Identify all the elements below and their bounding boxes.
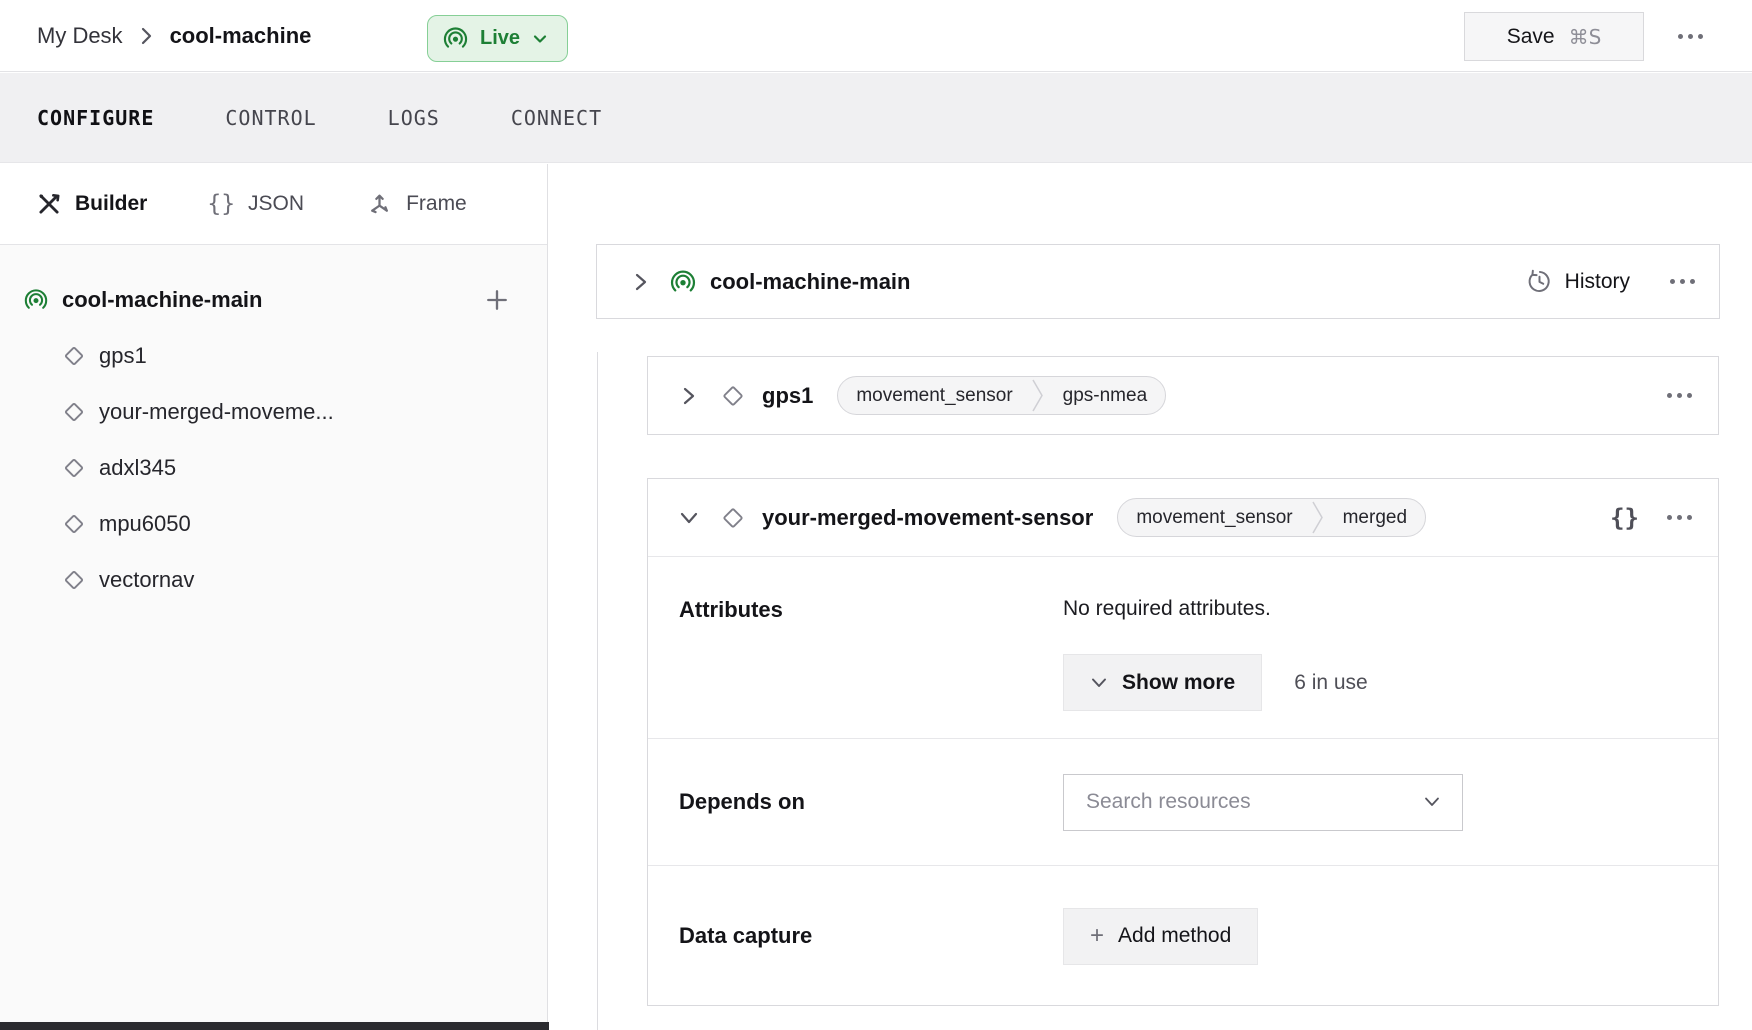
edit-json-icon[interactable]: {} [1610,504,1639,532]
tree-item-label: vectornav [99,567,194,593]
data-capture-label: Data capture [679,923,1063,949]
config-main-panel: cool-machine-main History [549,164,1752,1030]
depends-on-section: Depends on Search resources [648,738,1718,865]
breadcrumb: My Desk cool-machine [37,0,311,72]
tree-indent-guide [597,352,598,1030]
tab-configure[interactable]: CONFIGURE [37,106,154,130]
machine-tabbar: CONFIGURE CONTROL LOGS CONNECT [0,73,1752,163]
chevron-down-icon [531,30,549,48]
tree-item-label: mpu6050 [99,511,191,537]
machine-name-title: cool-machine [170,23,312,49]
tab-connect[interactable]: CONNECT [511,106,602,130]
tree-item-merged-sensor[interactable]: your-merged-moveme... [0,384,547,440]
tag-divider-chevron [1031,376,1045,415]
save-button[interactable]: Save ⌘S [1464,12,1644,61]
history-button[interactable]: History [1526,268,1630,295]
depends-on-label: Depends on [679,789,1063,815]
tree-item-gps1[interactable]: gps1 [0,328,547,384]
merged-sensor-title: your-merged-movement-sensor [762,505,1093,531]
top-header: My Desk cool-machine Live Save ⌘S [0,0,1752,72]
view-json[interactable]: {} JSON [207,191,304,217]
add-resource-button[interactable] [483,286,511,314]
expand-chevron-right-icon[interactable] [678,385,700,407]
expand-chevron-right-icon[interactable] [630,271,652,293]
plus-icon: + [1090,924,1104,948]
tag-model: merged [1325,507,1425,529]
component-diamond-icon [59,453,89,483]
tag-divider-chevron [1311,498,1325,537]
view-json-label: JSON [248,192,304,216]
tab-control[interactable]: CONTROL [225,106,316,130]
gps1-title: gps1 [762,383,813,409]
resource-tree: cool-machine-main gps1 your-merged-movem… [0,246,547,608]
braces-icon: {} [207,191,235,217]
tree-item-label: gps1 [99,343,147,369]
broadcast-icon [669,268,697,296]
header-overflow-menu[interactable] [1678,34,1703,39]
merged-sensor-type-tags: movement_sensor merged [1117,498,1426,537]
component-diamond-icon [59,397,89,427]
attributes-in-use-count: 6 in use [1294,671,1368,695]
data-capture-section: Data capture + Add method [648,865,1718,1006]
tree-item-label: adxl345 [99,455,176,481]
attributes-section: Attributes No required attributes. Show … [648,557,1718,738]
attributes-label: Attributes [679,597,1063,738]
component-diamond-icon [59,341,89,371]
gps1-card: gps1 movement_sensor gps-nmea [647,356,1719,435]
component-diamond-icon [59,509,89,539]
broadcast-icon [23,287,49,313]
view-frame-label: Frame [406,192,467,216]
live-status-label: Live [480,27,520,50]
sidebar-horizontal-scrollbar[interactable] [0,1022,561,1030]
history-clock-icon [1526,268,1553,295]
depends-on-placeholder: Search resources [1086,790,1422,814]
chevron-right-icon [139,24,154,48]
tag-api: movement_sensor [1118,507,1310,529]
show-more-label: Show more [1122,671,1235,695]
depends-on-select[interactable]: Search resources [1063,774,1463,831]
view-frame[interactable]: Frame [366,191,467,218]
frame-axes-icon [366,191,393,218]
config-sidebar: Builder {} JSON Frame [0,164,548,1030]
tab-logs[interactable]: LOGS [388,106,440,130]
live-status-dropdown[interactable]: Live [427,15,568,62]
show-more-button[interactable]: Show more [1063,654,1262,711]
tree-item-vectornav[interactable]: vectornav [0,552,547,608]
tree-item-mpu6050[interactable]: mpu6050 [0,496,547,552]
view-builder[interactable]: Builder [36,191,147,217]
tag-api: movement_sensor [838,385,1030,407]
view-builder-label: Builder [75,192,147,216]
tree-item-label: your-merged-moveme... [99,399,334,425]
tree-root-label: cool-machine-main [62,287,262,313]
save-shortcut-hint: ⌘S [1569,25,1602,49]
app-window: My Desk cool-machine Live Save ⌘S CONFIG… [0,0,1752,1030]
broadcast-icon [442,25,469,52]
tag-model: gps-nmea [1045,385,1166,407]
component-diamond-icon [717,502,749,534]
gps1-overflow-menu[interactable] [1667,393,1692,398]
chevron-down-icon [1090,676,1108,690]
component-diamond-icon [717,380,749,412]
component-diamond-icon [59,565,89,595]
add-method-button[interactable]: + Add method [1063,908,1258,965]
tree-root-machine-part[interactable]: cool-machine-main [0,272,547,328]
view-switcher: Builder {} JSON Frame [0,164,547,245]
machine-part-card: cool-machine-main History [596,244,1720,319]
tree-item-adxl345[interactable]: adxl345 [0,440,547,496]
save-button-label: Save [1507,25,1555,49]
merged-sensor-overflow-menu[interactable] [1667,515,1692,520]
machine-part-overflow-menu[interactable] [1670,279,1695,284]
tools-icon [36,191,62,217]
machine-part-title: cool-machine-main [710,269,910,295]
add-method-label: Add method [1118,924,1231,948]
attributes-empty-text: No required attributes. [1063,597,1718,621]
chevron-down-icon [1422,795,1442,809]
gps1-type-tags: movement_sensor gps-nmea [837,376,1166,415]
collapse-chevron-down-icon[interactable] [678,507,700,529]
merged-sensor-card: your-merged-movement-sensor movement_sen… [647,478,1719,1006]
breadcrumb-parent-link[interactable]: My Desk [37,23,123,49]
history-label: History [1565,270,1630,294]
